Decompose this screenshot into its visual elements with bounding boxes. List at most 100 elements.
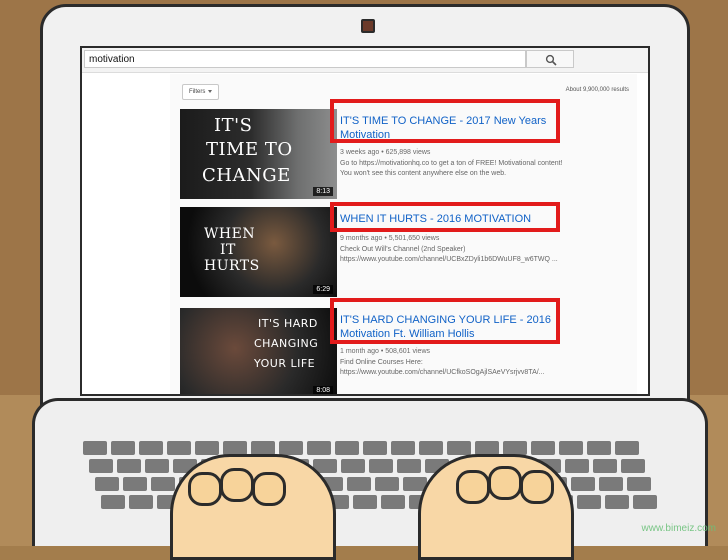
keyboard-key[interactable] [95, 477, 119, 491]
keyboard-key[interactable] [223, 441, 247, 455]
keyboard-key[interactable] [587, 441, 611, 455]
video-title-line: Motivation [340, 129, 391, 141]
video-title-line: Motivation Ft. William Hollis [340, 328, 475, 340]
video-duration: 8:08 [313, 386, 333, 394]
video-title-line: IT'S HARD CHANGING YOUR LIFE - 2016 [340, 314, 551, 326]
result-item[interactable]: IT'S TIME TO CHANGE 8:13 IT'S TIME TO CH… [180, 99, 630, 199]
keyboard-key[interactable] [531, 441, 555, 455]
keyboard-key[interactable] [381, 495, 405, 509]
chevron-down-icon [208, 89, 213, 93]
video-duration: 8:13 [313, 187, 333, 196]
keyboard-key[interactable] [627, 477, 651, 491]
left-hand [170, 454, 336, 560]
video-thumbnail[interactable]: IT'S TIME TO CHANGE 8:13 [180, 109, 337, 199]
description-line: Go to https://motivationhq.co to get a t… [340, 160, 563, 167]
keyboard-key[interactable] [599, 477, 623, 491]
keyboard-key[interactable] [341, 459, 365, 473]
keyboard-key[interactable] [151, 477, 175, 491]
search-input[interactable] [84, 50, 526, 68]
video-title-line: IT'S TIME TO CHANGE - 2017 New Years [340, 115, 547, 127]
description-line: Find Online Courses Here: [340, 359, 423, 366]
right-finger [488, 466, 522, 500]
right-finger [456, 470, 490, 504]
keyboard-key[interactable] [397, 459, 421, 473]
video-description: Find Online Courses Here: https://www.yo… [340, 358, 622, 378]
keyboard-key[interactable] [375, 477, 399, 491]
watermark: www.bimeiz.com [641, 523, 716, 534]
keyboard-key[interactable] [111, 441, 135, 455]
keyboard-key[interactable] [605, 495, 629, 509]
keyboard-key[interactable] [353, 495, 377, 509]
filters-label: Filters [189, 89, 206, 95]
keyboard-key[interactable] [419, 441, 443, 455]
keyboard-key[interactable] [475, 441, 499, 455]
laptop-screen: Filters About 9,900,000 results IT'S TIM… [80, 46, 650, 396]
keyboard-key[interactable] [167, 441, 191, 455]
right-finger [520, 470, 554, 504]
thumbnail-text-line: YOUR LIFE [254, 357, 316, 370]
keyboard-key[interactable] [347, 477, 371, 491]
thumbnail-text-line: CHANGING [254, 337, 319, 350]
thumbnail-text-line: TIME TO [206, 139, 293, 160]
result-item[interactable]: IT'S HARD CHANGING YOUR LIFE 8:08 IT'S H… [180, 298, 630, 394]
video-title[interactable]: WHEN IT HURTS - 2016 MOTIVATION [340, 212, 580, 226]
keyboard-key[interactable] [621, 459, 645, 473]
keyboard-key[interactable] [391, 441, 415, 455]
keyboard-key[interactable] [139, 441, 163, 455]
keyboard-key[interactable] [101, 495, 125, 509]
video-thumbnail[interactable]: WHEN IT HURTS 6:29 [180, 207, 337, 297]
description-line: https://www.youtube.com/channel/UCfkoSOg… [340, 369, 545, 376]
keyboard-key[interactable] [335, 441, 359, 455]
keyboard-key[interactable] [503, 441, 527, 455]
search-icon [545, 54, 557, 66]
keyboard-key[interactable] [195, 441, 219, 455]
thumbnail-text-line: IT'S [214, 115, 253, 136]
result-count: About 9,900,000 results [565, 87, 629, 93]
keyboard-key[interactable] [251, 441, 275, 455]
keyboard-key[interactable] [279, 441, 303, 455]
video-title[interactable]: IT'S TIME TO CHANGE - 2017 New Years Mot… [340, 114, 580, 142]
video-meta: 1 month ago • 508,601 views [340, 348, 431, 355]
keyboard-key[interactable] [89, 459, 113, 473]
left-finger [220, 468, 254, 502]
video-duration: 6:29 [313, 285, 333, 294]
keyboard-key[interactable] [123, 477, 147, 491]
keyboard-key[interactable] [577, 495, 601, 509]
keyboard-key[interactable] [447, 441, 471, 455]
video-title[interactable]: IT'S HARD CHANGING YOUR LIFE - 2016 Moti… [340, 313, 580, 341]
left-finger [188, 472, 222, 506]
webcam-icon [361, 19, 375, 33]
keyboard-key[interactable] [593, 459, 617, 473]
thumbnail-text-line: IT [220, 242, 236, 258]
keyboard-key[interactable] [571, 477, 595, 491]
search-bar [82, 48, 648, 73]
keyboard-key[interactable] [129, 495, 153, 509]
keyboard-row [83, 459, 658, 473]
keyboard-key[interactable] [633, 495, 657, 509]
results-panel: Filters About 9,900,000 results IT'S TIM… [170, 74, 637, 394]
keyboard-key[interactable] [565, 459, 589, 473]
keyboard-key[interactable] [559, 441, 583, 455]
keyboard-key[interactable] [369, 459, 393, 473]
thumbnail-text-line: CHANGE [202, 165, 291, 186]
description-line: https://www.youtube.com/channel/UCBxZDyl… [340, 256, 558, 263]
keyboard-key[interactable] [117, 459, 141, 473]
video-title-line: WHEN IT HURTS - 2016 MOTIVATION [340, 213, 532, 225]
keyboard-key[interactable] [615, 441, 639, 455]
thumbnail-text-line: WHEN [204, 226, 256, 242]
laptop-base [32, 398, 708, 546]
keyboard-key[interactable] [363, 441, 387, 455]
keyboard-key[interactable] [83, 441, 107, 455]
description-line: You won't see this content anywhere else… [340, 170, 507, 177]
video-thumbnail[interactable]: IT'S HARD CHANGING YOUR LIFE 8:08 [180, 308, 337, 394]
video-meta: 9 months ago • 5,501,650 views [340, 235, 440, 242]
search-button[interactable] [526, 50, 574, 68]
filters-button[interactable]: Filters [182, 84, 220, 100]
keyboard-row [83, 477, 658, 491]
video-meta: 3 weeks ago • 625,898 views [340, 149, 431, 156]
result-item[interactable]: WHEN IT HURTS 6:29 WHEN IT HURTS - 2016 … [180, 202, 630, 297]
video-description: Go to https://motivationhq.co to get a t… [340, 159, 622, 179]
keyboard-key[interactable] [307, 441, 331, 455]
keyboard-row [83, 441, 658, 455]
keyboard-key[interactable] [145, 459, 169, 473]
